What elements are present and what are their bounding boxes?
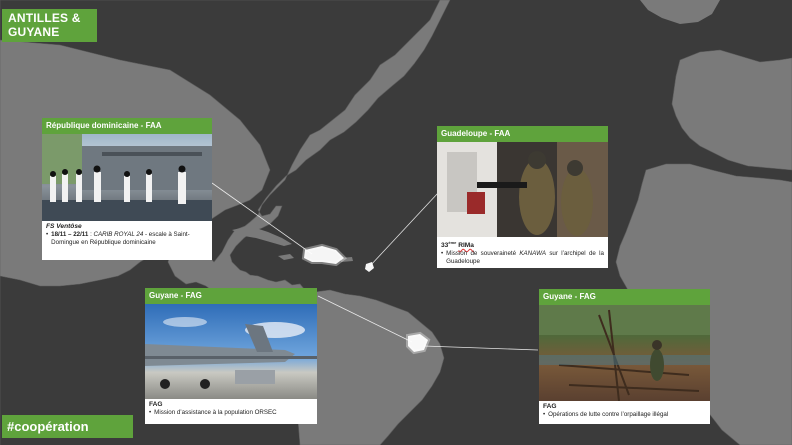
card-guyane-assistance: Guyane - FAG FAG • Mission d’assistance … <box>145 288 317 424</box>
unit-label: FAG <box>149 401 163 408</box>
unit-name: FS Ventôse <box>46 223 82 230</box>
photo-illegal-gold-mining-site <box>539 305 710 401</box>
mission-bullet: • Mission de souveraineté KANAWA sur l’a… <box>441 250 604 266</box>
unit-name: RIMa <box>458 242 474 250</box>
region-title-line2: GUYANE <box>8 25 60 39</box>
card-title: Guyane - FAG <box>539 289 710 305</box>
mission-bullet: • Mission d’assistance à la population O… <box>149 409 277 416</box>
mission-bullet: • 18/11 – 22/11 : CARIB ROYAL 24 - escal… <box>46 231 208 247</box>
unit-suffix: ème <box>448 240 457 245</box>
unit-label: FS Ventôse <box>46 223 208 231</box>
mission-text: Mission de souveraineté KANAWA sur l’arc… <box>446 250 604 266</box>
unit-label: FAG <box>543 403 557 410</box>
mission-bullet: • Opérations de lutte contre l’orpaillag… <box>543 411 669 418</box>
mission-desc-pre: Mission de souveraineté <box>446 250 520 258</box>
region-title: ANTILLES & GUYANE <box>2 9 97 42</box>
card-title: Guadeloupe - FAA <box>437 126 608 142</box>
mission-event: CARIB ROYAL 24 <box>93 231 144 238</box>
unit-label: 33ème RIMa <box>441 239 604 250</box>
card-dominicaine: République dominicaine - FAA FS Ventôse … <box>42 118 212 260</box>
mission-text: Mission d’assistance à la population ORS… <box>154 409 277 416</box>
card-title: Guyane - FAG <box>145 288 317 304</box>
card-title: République dominicaine - FAA <box>42 118 212 134</box>
region-title-line1: ANTILLES & <box>8 11 81 25</box>
mission-text: Opérations de lutte contre l’orpaillage … <box>548 411 669 418</box>
card-guyane-orpaillage: Guyane - FAG FAG • Opérations de lutte c… <box>539 289 710 424</box>
photo-military-aircraft <box>145 304 317 399</box>
mission-operation: KANAWA <box>519 250 547 258</box>
mission-date: 18/11 – 22/11 <box>51 231 89 238</box>
hashtag-label: #coopération <box>2 415 133 438</box>
mission-text: 18/11 – 22/11 : CARIB ROYAL 24 - escale … <box>51 231 190 246</box>
photo-soldiers-training <box>437 142 608 237</box>
photo-sailors-on-ship <box>42 134 212 221</box>
card-guadeloupe: Guadeloupe - FAA 33ème RIMa • Mission de… <box>437 126 608 268</box>
